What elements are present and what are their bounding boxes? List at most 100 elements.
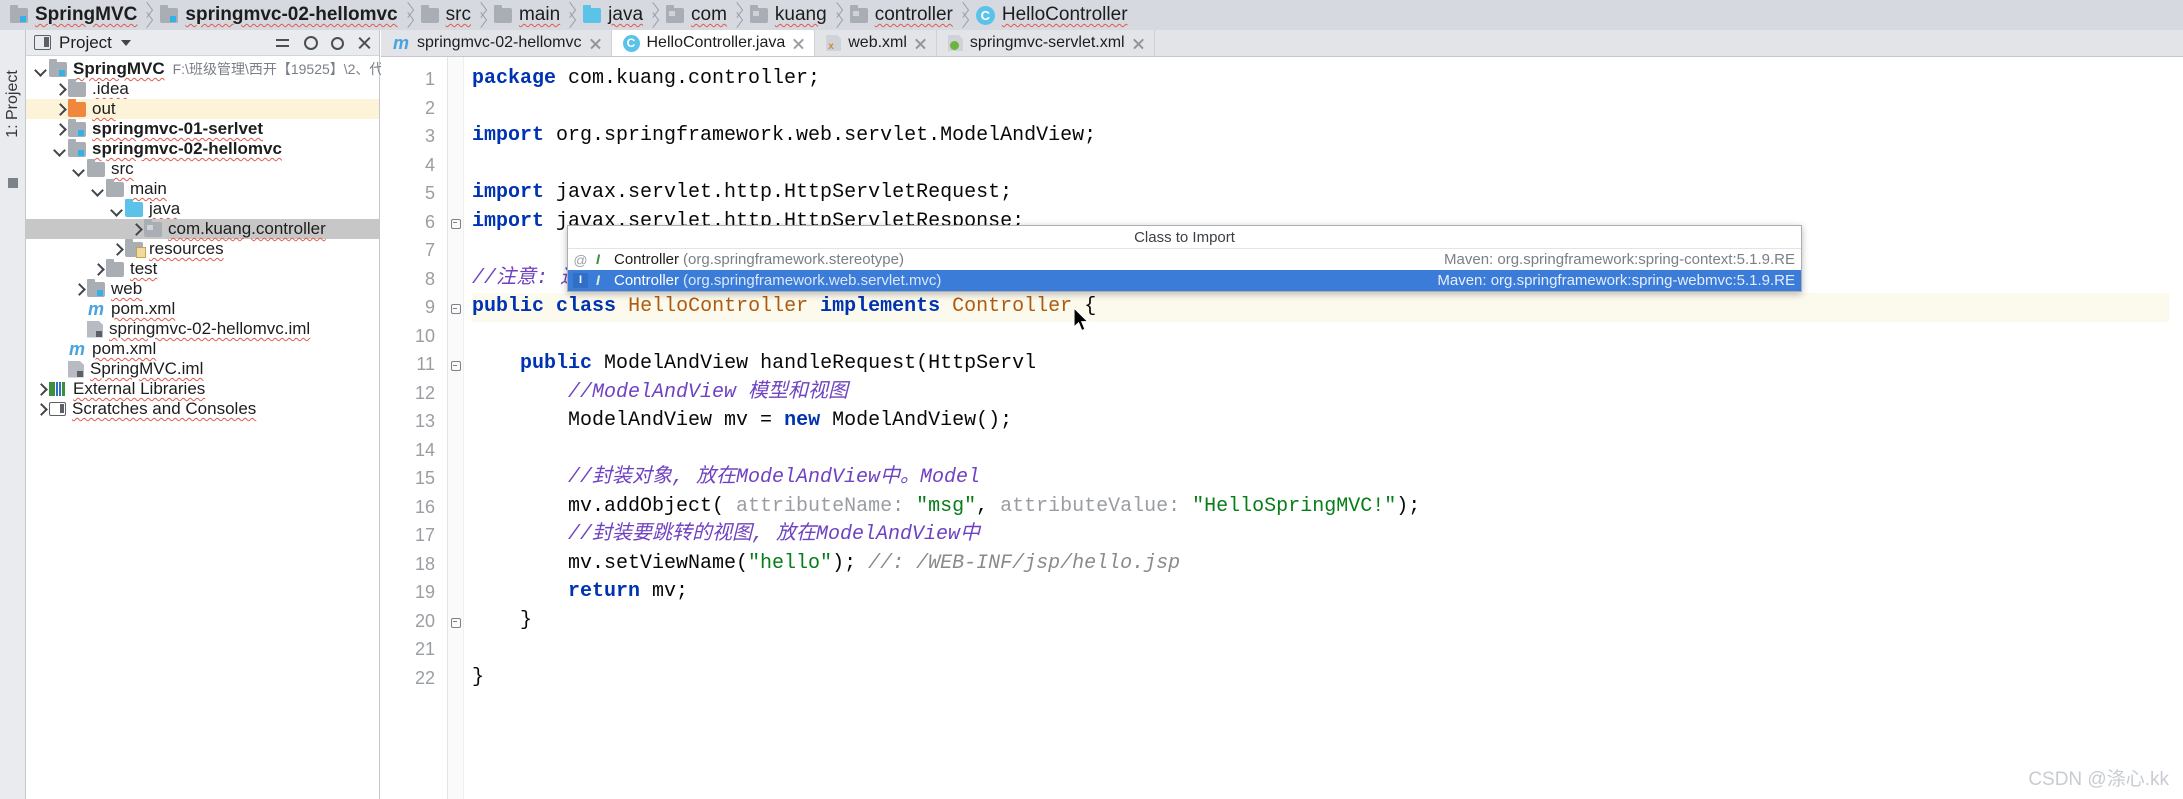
code-line: public ModelAndView handleRequest(HttpSe… bbox=[472, 350, 2183, 379]
tree-row[interactable]: springmvc-01-serlvet bbox=[26, 118, 379, 139]
collapse-all-icon[interactable] bbox=[275, 35, 291, 51]
chevron-closed-icon[interactable] bbox=[51, 99, 68, 119]
line-number: 21 bbox=[414, 639, 435, 659]
breadcrumb-item-controller[interactable]: controller bbox=[844, 0, 957, 30]
code-token: { bbox=[1072, 295, 1097, 318]
code-folding-gutter[interactable] bbox=[448, 57, 464, 799]
close-icon[interactable] bbox=[589, 37, 602, 50]
tree-row[interactable]: resources bbox=[26, 238, 379, 259]
folder-icon bbox=[106, 178, 124, 197]
chevron-open-icon[interactable] bbox=[108, 199, 125, 219]
chevron-closed-icon[interactable] bbox=[127, 219, 144, 239]
fold-toggle-icon[interactable] bbox=[448, 208, 463, 237]
close-icon[interactable] bbox=[1132, 37, 1145, 50]
settings-icon[interactable] bbox=[331, 37, 344, 50]
line-number: 15 bbox=[414, 468, 435, 488]
line-number: 1 bbox=[424, 69, 435, 89]
chevron-closed-icon[interactable] bbox=[108, 239, 125, 259]
editor-tab-web-xml[interactable]: web.xml bbox=[815, 30, 937, 56]
tree-row[interactable]: test bbox=[26, 258, 379, 279]
module-folder-icon bbox=[49, 58, 67, 77]
breadcrumb-item-label: SpringMVC bbox=[35, 4, 138, 25]
breadcrumb-item-java[interactable]: java bbox=[577, 0, 647, 30]
close-icon[interactable] bbox=[792, 37, 805, 50]
folder-icon bbox=[493, 4, 512, 23]
tree-row[interactable]: out bbox=[26, 98, 379, 119]
chevron-open-icon[interactable] bbox=[89, 179, 106, 199]
editor-tab-springmvc-servlet-xml[interactable]: springmvc-servlet.xml bbox=[936, 30, 1155, 56]
tree-row[interactable]: com.kuang.controller bbox=[26, 218, 379, 239]
tree-row-label: External Libraries bbox=[73, 379, 206, 398]
popup-item[interactable]: @ Controller(org.springframework.stereoty… bbox=[568, 249, 1801, 270]
code-token: attributeValue: bbox=[1000, 494, 1181, 518]
editor-scrollbar[interactable] bbox=[2169, 114, 2183, 799]
scratches-icon bbox=[49, 402, 66, 416]
fold-toggle-icon[interactable] bbox=[448, 350, 463, 379]
tree-row[interactable]: SpringMVC.iml bbox=[26, 359, 379, 379]
breadcrumb-item-src[interactable]: src bbox=[415, 0, 475, 30]
breadcrumb-item-kuang[interactable]: kuang bbox=[744, 0, 831, 30]
breadcrumb-item-hellocontroller[interactable]: C HelloController bbox=[970, 0, 1132, 30]
package-folder-icon bbox=[144, 218, 162, 237]
chevron-closed-icon[interactable] bbox=[70, 279, 87, 299]
tree-row[interactable]: springmvc-02-hellomvc bbox=[26, 138, 379, 159]
breadcrumb-item-springmvc-02-hellomvc[interactable]: springmvc-02-hellomvc bbox=[154, 0, 401, 30]
code-token: class bbox=[556, 295, 617, 318]
tree-row[interactable]: .idea bbox=[26, 78, 379, 99]
fold-toggle-icon[interactable] bbox=[448, 607, 463, 636]
fold-toggle-icon[interactable] bbox=[448, 293, 463, 322]
structure-icon[interactable] bbox=[8, 178, 18, 188]
chevron-closed-icon[interactable] bbox=[51, 119, 68, 139]
chevron-closed-icon[interactable] bbox=[51, 79, 68, 99]
source-folder-icon bbox=[583, 4, 602, 23]
breadcrumb-item-label: kuang bbox=[774, 4, 827, 25]
chevron-closed-icon[interactable] bbox=[89, 259, 106, 279]
editor-tab-hellocontroller-java[interactable]: C HelloController.java bbox=[611, 30, 816, 56]
tree-row-label: src bbox=[111, 159, 134, 178]
tree-row[interactable]: src bbox=[26, 158, 379, 179]
tree-row[interactable]: springmvc-02-hellomvc.iml bbox=[26, 319, 379, 339]
tool-window-button-project[interactable]: 1: Project bbox=[0, 44, 26, 164]
project-panel-title: Project bbox=[59, 32, 112, 52]
editor-tab-springmvc-02-hellomvc[interactable]: m springmvc-02-hellomvc bbox=[381, 30, 612, 56]
package-folder-icon bbox=[749, 4, 768, 23]
tree-row-label: .idea bbox=[92, 79, 129, 98]
tree-row[interactable]: main bbox=[26, 178, 379, 199]
tree-row[interactable]: m pom.xml bbox=[26, 339, 379, 359]
code-token: com.kuang.controller; bbox=[556, 67, 821, 90]
tree-row[interactable]: m pom.xml bbox=[26, 299, 379, 319]
code-editor[interactable]: 1 2 3 4 5 6 7 8 9 10 11 12 13 14 15 16 17 18 19 20 21 22 pack… bbox=[381, 57, 2183, 799]
locate-icon[interactable] bbox=[304, 36, 318, 50]
popup-title: Class to Import bbox=[568, 226, 1801, 249]
breadcrumb-item-springmvc[interactable]: SpringMVC bbox=[4, 0, 141, 30]
code-token: public bbox=[520, 352, 593, 375]
class-to-import-popup[interactable]: Class to Import @ Controller(org.springfr… bbox=[567, 225, 1802, 292]
tree-row[interactable]: Scratches and Consoles bbox=[26, 399, 379, 419]
breadcrumb-item-main[interactable]: main bbox=[488, 0, 564, 30]
breadcrumb-item-com[interactable]: com bbox=[660, 0, 731, 30]
tree-row[interactable]: java bbox=[26, 198, 379, 219]
line-number: 14 bbox=[414, 439, 435, 460]
popup-item[interactable]: I Controller(org.springframework.web.serv… bbox=[568, 270, 1801, 291]
chevron-open-icon[interactable] bbox=[51, 139, 68, 159]
code-token: "HelloSpringMVC!" bbox=[1192, 494, 1397, 518]
popup-item-list: @ Controller(org.springframework.stereoty… bbox=[568, 249, 1801, 291]
project-panel-actions bbox=[275, 30, 373, 56]
chevron-open-icon[interactable] bbox=[32, 59, 49, 79]
chevron-closed-icon[interactable] bbox=[32, 379, 49, 399]
code-line: } bbox=[472, 607, 2183, 636]
hide-icon[interactable] bbox=[357, 35, 373, 51]
tree-row[interactable]: External Libraries bbox=[26, 379, 379, 399]
chevron-down-icon[interactable] bbox=[120, 39, 131, 46]
chevron-open-icon[interactable] bbox=[70, 159, 87, 179]
close-icon[interactable] bbox=[914, 37, 927, 50]
code-text[interactable]: package com.kuang.controller; import org… bbox=[464, 57, 2183, 799]
module-folder-icon bbox=[160, 4, 179, 23]
tree-row[interactable]: web bbox=[26, 278, 379, 299]
chevron-closed-icon[interactable] bbox=[32, 399, 49, 419]
tree-row[interactable]: SpringMVC F:\班级管理\西开【19525】\2、代码\SpringMV… bbox=[26, 58, 473, 79]
